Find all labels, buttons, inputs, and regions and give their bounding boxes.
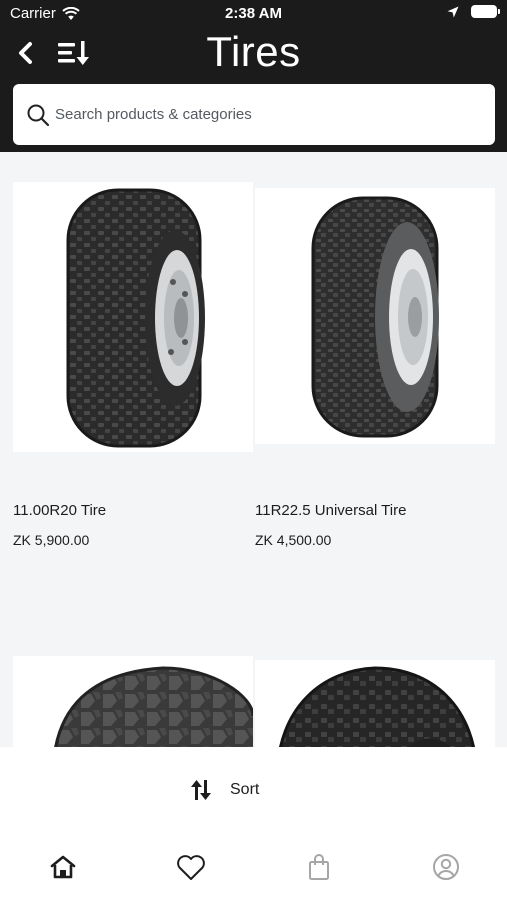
search-bar[interactable] xyxy=(13,84,495,145)
sort-bar: Sort xyxy=(0,747,507,832)
status-time: 2:38 AM xyxy=(225,5,282,22)
product-card[interactable]: 11R22.5 Universal Tire ZK 4,500.00 xyxy=(255,188,495,552)
status-right-group xyxy=(447,5,500,18)
search-icon xyxy=(27,104,50,126)
product-image xyxy=(255,660,495,747)
product-card[interactable] xyxy=(13,656,253,747)
tab-favorites[interactable] xyxy=(176,852,206,882)
user-icon xyxy=(433,854,459,880)
tire-image xyxy=(311,196,439,438)
home-icon xyxy=(50,855,76,879)
tab-cart[interactable] xyxy=(304,852,334,882)
product-name: 11R22.5 Universal Tire xyxy=(255,502,407,519)
product-card[interactable]: 11.00R20 Tire ZK 5,900.00 xyxy=(13,182,253,552)
battery-icon xyxy=(471,5,500,18)
tire-image xyxy=(279,666,475,747)
product-image xyxy=(255,188,495,444)
shopping-bag-icon xyxy=(309,854,329,880)
product-price: ZK 4,500.00 xyxy=(255,532,332,548)
status-bar: Carrier 2:38 AM xyxy=(0,0,507,28)
tire-image xyxy=(66,188,205,448)
page-title: Tires xyxy=(206,28,301,75)
tab-home[interactable] xyxy=(48,852,78,882)
product-name: 11.00R20 Tire xyxy=(13,502,107,519)
top-header: Carrier 2:38 AM Tires Search products & … xyxy=(0,0,507,152)
product-grid: 11.00R20 Tire ZK 5,900.00 11R22.5 Univer… xyxy=(0,152,507,747)
product-card[interactable] xyxy=(255,660,495,747)
sort-button[interactable]: Sort xyxy=(190,775,259,805)
search-input[interactable] xyxy=(55,106,475,123)
tab-profile[interactable] xyxy=(431,852,461,882)
location-arrow-icon xyxy=(447,6,459,17)
nav-row: Tires xyxy=(0,28,507,80)
product-image xyxy=(13,656,253,747)
sort-label: Sort xyxy=(230,781,260,798)
sort-arrows-icon xyxy=(191,780,211,800)
product-image xyxy=(13,182,253,452)
tire-image xyxy=(54,666,253,747)
product-price: ZK 5,900.00 xyxy=(13,532,90,548)
bottom-tab-bar xyxy=(0,832,507,900)
heart-icon xyxy=(177,854,205,880)
